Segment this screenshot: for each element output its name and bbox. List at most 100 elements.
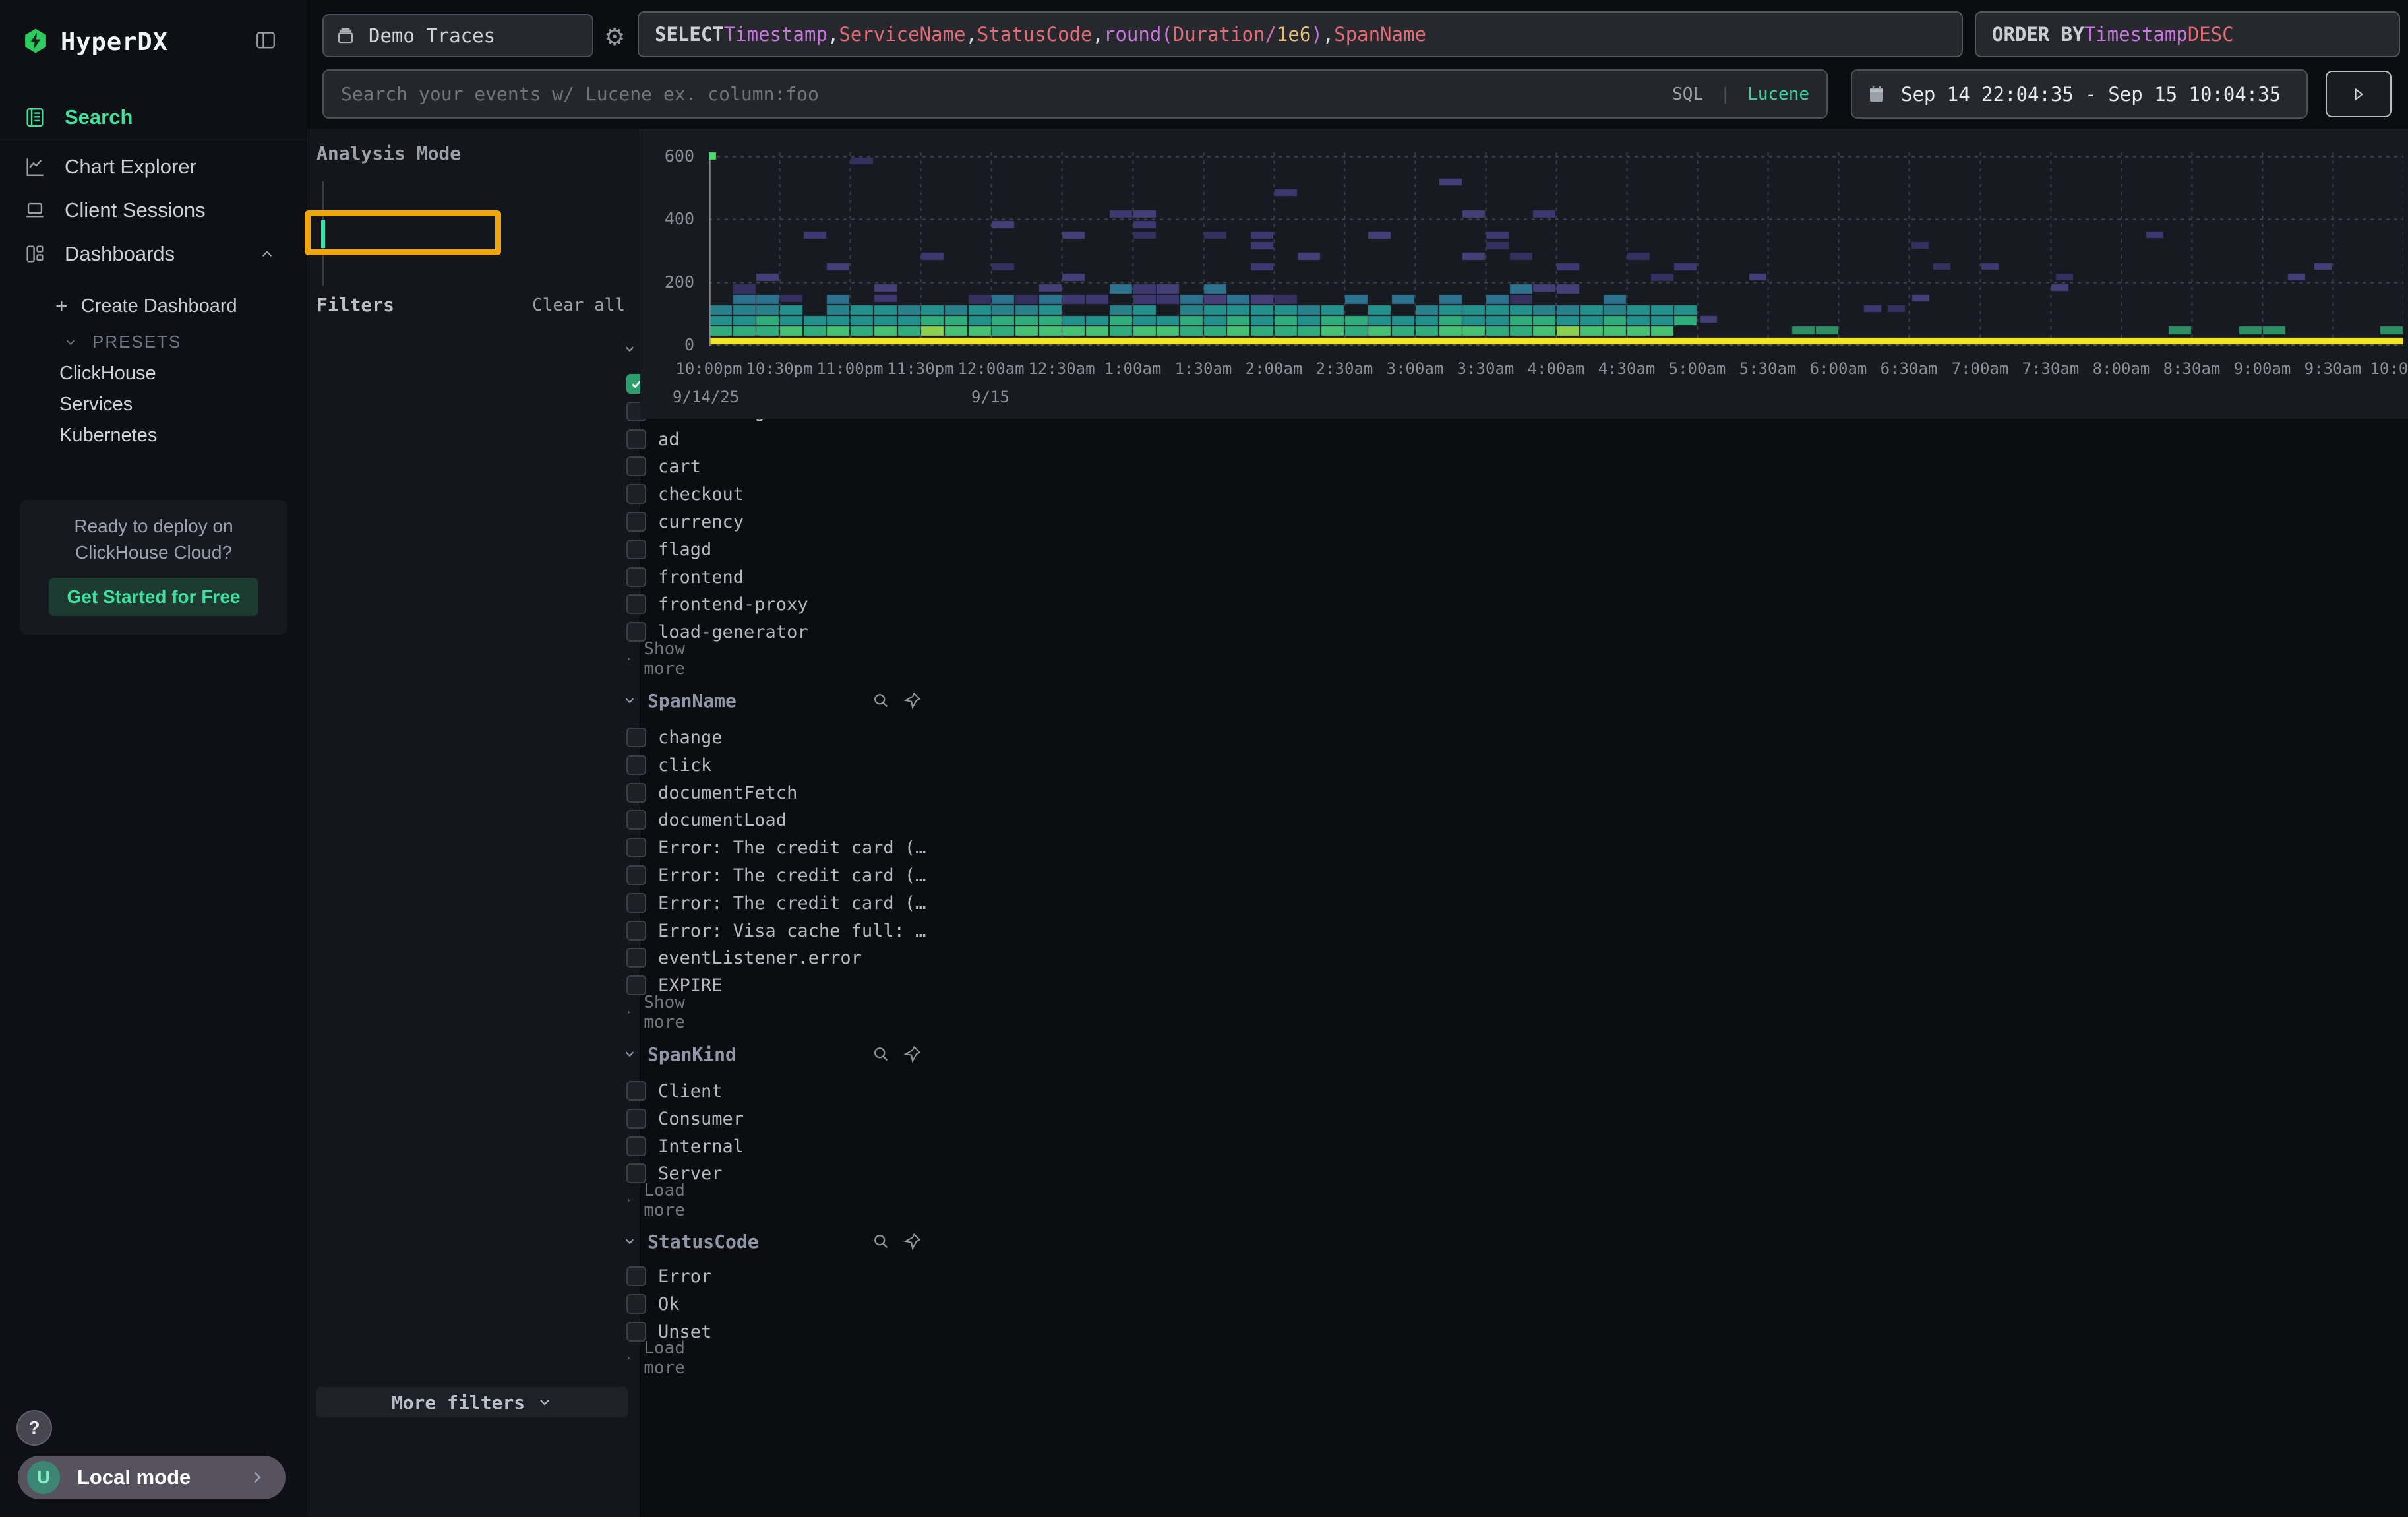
facet-option-cart[interactable]: cart — [626, 452, 936, 480]
facet-option-documentfetch[interactable]: documentFetch — [626, 779, 936, 807]
checkbox[interactable] — [626, 484, 646, 504]
facet-option-internal[interactable]: Internal — [626, 1132, 936, 1160]
facet-option-ad[interactable]: ad — [626, 425, 936, 453]
create-dashboard-button[interactable]: + Create Dashboard — [55, 294, 237, 319]
checkbox[interactable] — [626, 456, 646, 476]
facet-option-label: currency — [658, 512, 744, 532]
local-mode-button[interactable]: U Local mode — [18, 1456, 286, 1499]
preset-link-services[interactable]: Services — [59, 394, 133, 416]
search-input[interactable]: Search your events w/ Lucene ex. column:… — [322, 69, 1828, 119]
facet-search-icon[interactable] — [872, 1045, 890, 1063]
facet-option-error-the-credit-card[interactable]: Error: The credit card (… — [626, 834, 936, 861]
checkbox[interactable] — [626, 1266, 646, 1286]
checkbox[interactable] — [626, 783, 646, 803]
query-token: 1e6 — [1277, 23, 1311, 46]
preset-link-clickhouse[interactable]: ClickHouse — [59, 363, 156, 385]
checkbox[interactable] — [626, 429, 646, 449]
facet-option-consumer[interactable]: Consumer — [626, 1105, 936, 1132]
checkbox[interactable] — [626, 1136, 646, 1156]
facet-load-more-link[interactable]: Load more — [625, 1187, 692, 1214]
checkbox[interactable] — [626, 948, 646, 968]
query-token: Duration — [1173, 23, 1265, 46]
checkbox[interactable] — [626, 1109, 646, 1129]
facet-option-client[interactable]: Client — [626, 1077, 936, 1105]
x-tick-label: 11:30pm — [881, 359, 960, 378]
select-clause-input[interactable]: SELECT Timestamp, ServiceName, StatusCod… — [638, 11, 1963, 57]
checkbox[interactable] — [626, 540, 646, 559]
language-toggle[interactable]: SQL | Lucene — [1672, 84, 1809, 104]
order-by-input[interactable]: ORDER BY Timestamp DESC — [1975, 11, 2400, 57]
preset-link-kubernetes[interactable]: Kubernetes — [59, 425, 157, 447]
source-select[interactable]: Demo Traces — [322, 14, 593, 57]
facet-load-more-link[interactable]: Load more — [625, 1345, 692, 1371]
sidebar-item-client-sessions[interactable]: Client Sessions — [0, 192, 307, 229]
help-button[interactable]: ? — [16, 1410, 52, 1446]
facet-option-label: cart — [658, 456, 701, 477]
facet-search-icon[interactable] — [872, 691, 890, 710]
facet-option-currency[interactable]: currency — [626, 508, 936, 536]
lucene-toggle[interactable]: Lucene — [1747, 84, 1809, 104]
get-started-button[interactable]: Get Started for Free — [49, 578, 258, 616]
date-range-picker[interactable]: Sep 14 22:04:35 - Sep 15 10:04:35 — [1851, 69, 2308, 119]
sidebar-item-chart-explorer[interactable]: Chart Explorer — [0, 148, 307, 185]
facet-option-label: Error — [658, 1266, 711, 1287]
facet-option-frontend[interactable]: frontend — [626, 563, 936, 591]
facet-option-error-the-credit-card[interactable]: Error: The credit card (… — [626, 861, 936, 889]
clear-all-button[interactable]: Clear all — [532, 295, 625, 315]
facet-pin-icon[interactable] — [903, 1232, 922, 1251]
checkbox[interactable] — [626, 512, 646, 532]
checkbox[interactable] — [626, 921, 646, 941]
x-date-label: 9/15 — [971, 388, 1009, 406]
source-select-value: Demo Traces — [369, 24, 495, 47]
run-query-button[interactable] — [2326, 71, 2392, 117]
checkbox[interactable] — [626, 594, 646, 614]
facet-option-checkout[interactable]: checkout — [626, 480, 936, 508]
facet-option-ok[interactable]: Ok — [626, 1290, 936, 1318]
facet-option-click[interactable]: click — [626, 751, 936, 779]
facet-option-eventlistener-error[interactable]: eventListener.error — [626, 944, 936, 972]
facet-pin-icon[interactable] — [903, 1045, 922, 1063]
presets-toggle[interactable]: PRESETS — [63, 332, 181, 352]
facet-name: SpanName — [647, 690, 737, 712]
facet-option-frontend-proxy[interactable]: frontend-proxy — [626, 590, 936, 618]
checkbox[interactable] — [626, 810, 646, 830]
event-deltas-heatmap[interactable] — [709, 148, 2403, 346]
facet-option-documentload[interactable]: documentLoad — [626, 806, 936, 834]
checkbox[interactable] — [626, 1294, 646, 1314]
facet-show-more-link[interactable]: Show more — [625, 646, 692, 672]
facet-search-icon[interactable] — [872, 1232, 890, 1251]
collapse-sidebar-icon[interactable] — [255, 29, 277, 51]
sidebar-item-search[interactable]: Search — [0, 99, 307, 136]
checkbox[interactable] — [626, 728, 646, 747]
checkbox[interactable] — [626, 755, 646, 775]
facet-header-statuscode[interactable]: StatusCode — [622, 1227, 939, 1255]
sql-toggle[interactable]: SQL — [1672, 84, 1703, 104]
facet-show-more-link[interactable]: Show more — [625, 999, 692, 1026]
query-token: SpanName — [1334, 23, 1426, 46]
query-token: , — [1323, 23, 1334, 46]
clickhouse-cloud-promo-card: Ready to deploy on ClickHouse Cloud? Get… — [20, 500, 287, 635]
sidebar-item-label: Client Sessions — [65, 199, 206, 222]
facet-option-error-visa-cache-full[interactable]: Error: Visa cache full: … — [626, 917, 936, 944]
checkbox[interactable] — [626, 838, 646, 857]
checkbox[interactable] — [626, 893, 646, 913]
checkbox[interactable] — [626, 567, 646, 587]
facet-header-spankind[interactable]: SpanKind — [622, 1040, 939, 1068]
play-icon — [2350, 86, 2367, 103]
facet-option-change[interactable]: change — [626, 724, 936, 751]
facet-option-error-the-credit-card[interactable]: Error: The credit card (… — [626, 889, 936, 917]
promo-line2: ClickHouse Cloud? — [20, 542, 287, 563]
y-tick-label: 0 — [632, 335, 694, 354]
facet-pin-icon[interactable] — [903, 691, 922, 710]
gear-icon[interactable]: ⚙ — [604, 24, 625, 51]
facet-option-label: Error: The credit card (… — [658, 893, 926, 913]
checkbox[interactable] — [626, 865, 646, 885]
x-tick-label: 6:00am — [1799, 359, 1878, 378]
facet-header-spanname[interactable]: SpanName — [622, 687, 939, 714]
more-filters-button[interactable]: More filters — [316, 1387, 628, 1417]
checkbox[interactable] — [626, 1081, 646, 1101]
query-token: ORDER BY — [1992, 23, 2084, 46]
sidebar-item-dashboards[interactable]: Dashboards — [0, 235, 307, 272]
facet-option-flagd[interactable]: flagd — [626, 536, 936, 563]
facet-option-error[interactable]: Error — [626, 1262, 936, 1290]
